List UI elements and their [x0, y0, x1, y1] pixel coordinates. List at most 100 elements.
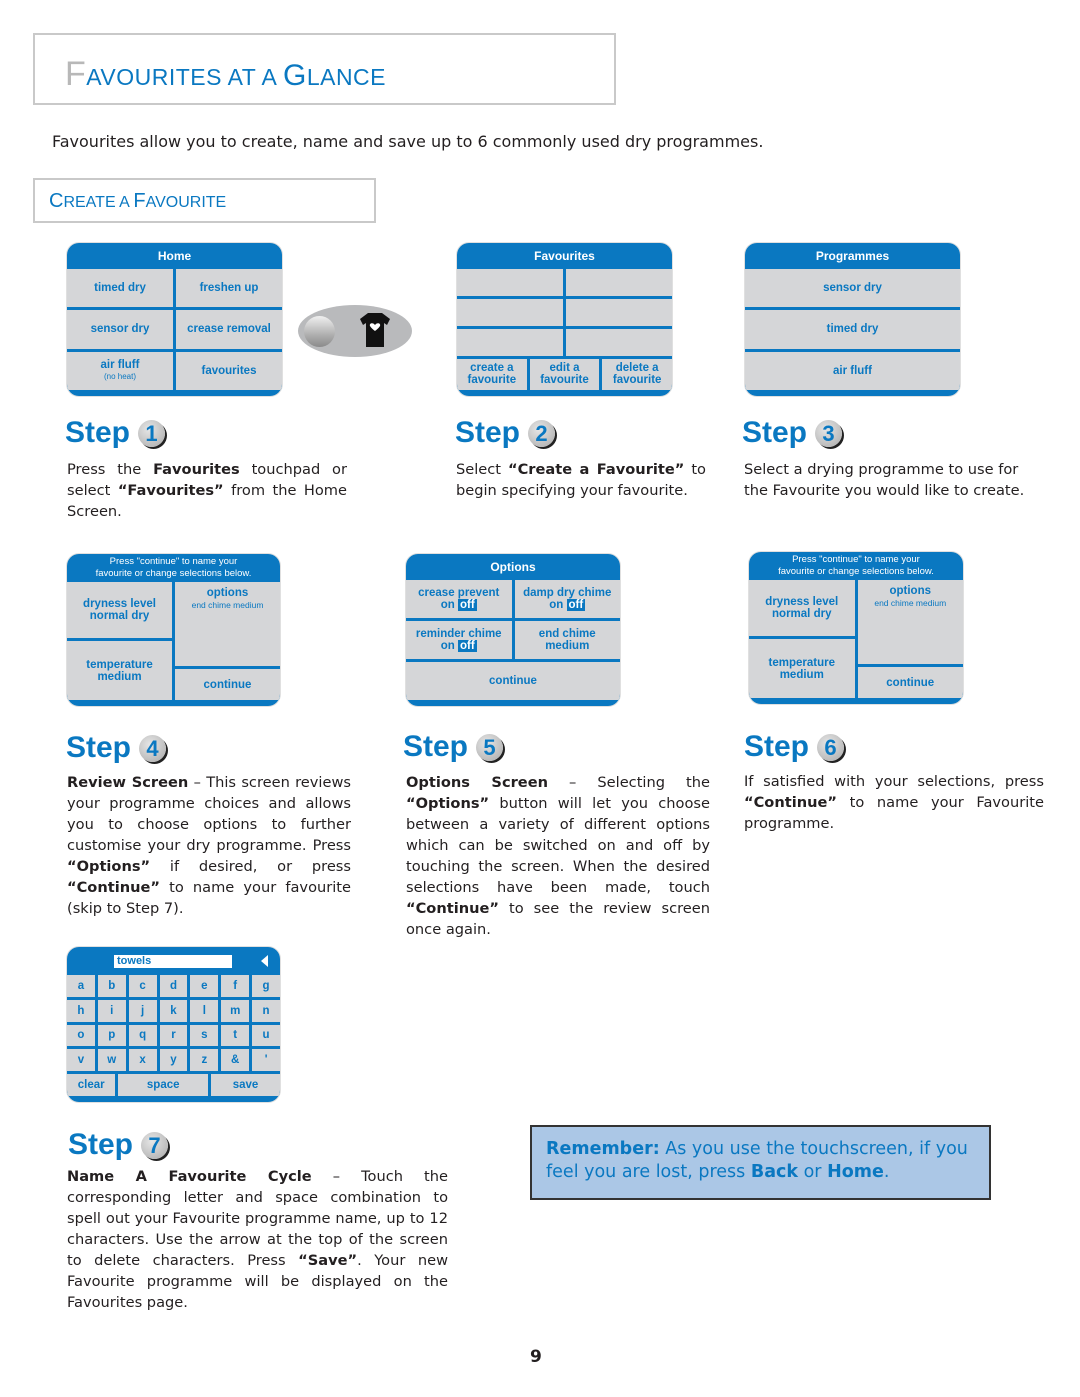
key-k[interactable]: k [159, 999, 188, 1022]
key-b[interactable]: b [97, 975, 126, 997]
button-value: end chime medium [874, 598, 947, 608]
key-e[interactable]: e [190, 975, 219, 997]
screen-title: Home [157, 249, 192, 263]
edit-favourite-button[interactable]: edit a favourite [529, 358, 600, 390]
option-on: on [440, 640, 455, 652]
button-label: continue [489, 675, 537, 687]
create-favourite-button[interactable]: create a favourite [457, 358, 527, 390]
home-air-fluff-button[interactable]: air fluff (no heat) [67, 351, 173, 390]
home-freshen-up-button[interactable]: freshen up [176, 269, 282, 308]
programme-timed-dry-button[interactable]: timed dry [745, 310, 960, 349]
button-label: favourites [201, 364, 257, 377]
screen-instructions: Press "continue" to name your favourite o… [749, 552, 963, 580]
favourite-slot[interactable] [565, 328, 672, 356]
heading-initial: F [133, 190, 146, 212]
key-m[interactable]: m [221, 999, 250, 1022]
crease-prevent-toggle[interactable]: crease prevent on off [406, 580, 512, 618]
end-chime-button[interactable]: end chime medium [514, 621, 620, 659]
instruction-line: Press "continue" to name your [109, 556, 238, 567]
continue-button[interactable]: continue [857, 667, 963, 698]
key-x[interactable]: x [128, 1049, 157, 1072]
key-n[interactable]: n [252, 999, 280, 1022]
step-7-heading: Step 7 [68, 1128, 169, 1162]
programme-air-fluff-button[interactable]: air fluff [745, 351, 960, 390]
save-button[interactable]: save [211, 1074, 280, 1096]
button-label: favourite [467, 374, 517, 387]
backspace-arrow-icon[interactable] [261, 955, 268, 967]
step-number-badge: 3 [815, 419, 843, 447]
button-label: continue [203, 678, 252, 691]
key-ampersand[interactable]: & [221, 1049, 250, 1072]
button-label: temperature [768, 656, 835, 669]
key-o[interactable]: o [67, 1024, 95, 1047]
key-s[interactable]: s [190, 1024, 219, 1047]
options-button[interactable]: options end chime medium [857, 580, 963, 665]
temperature-button[interactable]: temperature medium [67, 641, 172, 700]
home-timed-dry-button[interactable]: timed dry [67, 269, 173, 308]
step-number-badge: 1 [138, 419, 166, 447]
key-r[interactable]: r [159, 1024, 188, 1047]
button-label: air fluff [100, 358, 140, 371]
continue-button[interactable]: continue [406, 662, 620, 700]
step-5-heading: Step 5 [403, 730, 504, 764]
damp-dry-chime-toggle[interactable]: damp dry chime on off [514, 580, 620, 618]
dryness-level-button[interactable]: dryness level normal dry [67, 582, 172, 638]
step-number-badge: 7 [141, 1131, 169, 1159]
space-button[interactable]: space [118, 1074, 208, 1096]
clear-button[interactable]: clear [67, 1074, 116, 1096]
step-label: Step [455, 416, 521, 449]
favourite-slot[interactable] [565, 298, 672, 326]
option-on: on [440, 599, 455, 611]
key-apostrophe[interactable]: ' [252, 1049, 280, 1072]
programmes-screen: Programmes sensor dry timed dry air fluf… [745, 243, 960, 396]
favourite-slot[interactable] [457, 328, 563, 356]
option-label: damp dry chime [523, 587, 612, 599]
continue-button[interactable]: continue [175, 669, 280, 700]
key-q[interactable]: q [128, 1024, 157, 1047]
button-note: (no heat) [103, 371, 137, 381]
temperature-button[interactable]: temperature medium [749, 639, 855, 698]
key-d[interactable]: d [159, 975, 188, 997]
key-z[interactable]: z [190, 1049, 219, 1072]
dryness-level-button[interactable]: dryness level normal dry [749, 580, 855, 636]
button-value: medium [97, 670, 142, 683]
reminder-chime-toggle[interactable]: reminder chime on off [406, 621, 512, 659]
step-3-heading: Step 3 [742, 416, 843, 450]
programme-sensor-dry-button[interactable]: sensor dry [745, 269, 960, 308]
intro-text: Favourites allow you to create, name and… [52, 132, 764, 151]
name-input[interactable]: towels [114, 955, 232, 968]
home-crease-removal-button[interactable]: crease removal [176, 310, 282, 349]
favourite-slot[interactable] [457, 269, 563, 296]
key-t[interactable]: t [221, 1024, 250, 1047]
key-l[interactable]: l [190, 999, 219, 1022]
button-value: medium [779, 668, 824, 681]
key-v[interactable]: v [67, 1049, 95, 1072]
favourites-touchpad[interactable] [298, 305, 412, 357]
delete-favourite-button[interactable]: delete a favourite [602, 358, 672, 390]
key-j[interactable]: j [128, 999, 157, 1022]
button-label: air fluff [833, 364, 872, 377]
title-initial: F [65, 55, 87, 93]
key-a[interactable]: a [67, 975, 95, 997]
step-label: Step [742, 416, 808, 449]
key-w[interactable]: w [97, 1049, 126, 1072]
button-label: freshen up [199, 282, 259, 295]
button-label: dryness level [83, 598, 156, 610]
favourite-slot[interactable] [565, 269, 672, 296]
key-i[interactable]: i [97, 999, 126, 1022]
key-y[interactable]: y [159, 1049, 188, 1072]
key-u[interactable]: u [252, 1024, 280, 1047]
home-favourites-button[interactable]: favourites [176, 351, 282, 390]
options-button[interactable]: options end chime medium [175, 582, 280, 667]
key-h[interactable]: h [67, 999, 95, 1022]
instruction-line: Press "continue" to name your [792, 554, 920, 565]
key-c[interactable]: c [128, 975, 157, 997]
title-initial: G [282, 59, 307, 92]
favourite-slot[interactable] [457, 298, 563, 326]
key-f[interactable]: f [221, 975, 250, 997]
key-g[interactable]: g [252, 975, 280, 997]
home-sensor-dry-button[interactable]: sensor dry [67, 310, 173, 349]
button-label: sensor dry [90, 323, 150, 336]
step-3-text: Select a drying programme to use for the… [744, 461, 1025, 499]
key-p[interactable]: p [97, 1024, 126, 1047]
